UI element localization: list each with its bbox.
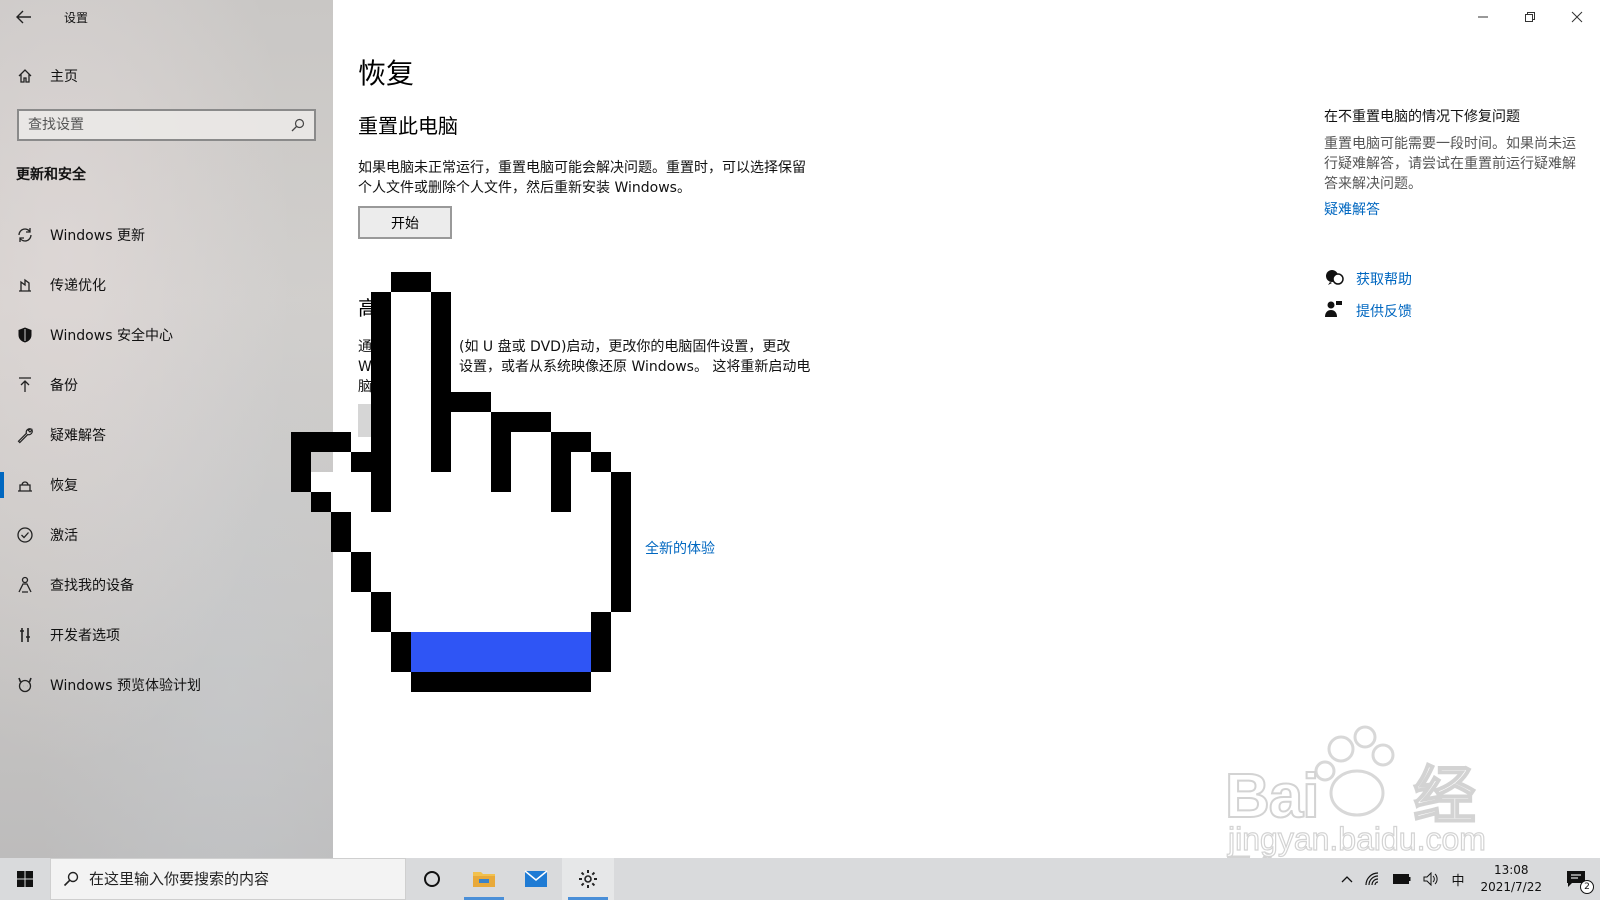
taskbar-search-box[interactable] [50, 858, 406, 900]
notification-center-button[interactable]: 2 [1552, 858, 1600, 900]
sidebar-item-label: 查找我的设备 [50, 578, 134, 594]
clock-date: 2021/7/22 [1480, 880, 1542, 894]
hand-pointer-cursor-icon [291, 272, 631, 692]
person-location-icon [0, 576, 50, 594]
app-title: 设置 [64, 10, 89, 25]
chat-help-icon [1324, 268, 1356, 290]
search-icon [63, 871, 79, 887]
sidebar-item-developer[interactable]: 开发者选项 [0, 610, 333, 660]
network-button[interactable] [1359, 858, 1387, 900]
sidebar-item-find-my-device[interactable]: 查找我的设备 [0, 560, 333, 610]
sidebar-item-label: 激活 [50, 528, 78, 544]
back-button[interactable] [0, 0, 48, 34]
close-icon [1571, 11, 1582, 23]
minimize-button[interactable] [1459, 0, 1506, 34]
reset-description-line1: 如果电脑未正常运行，重置电脑可能会解决问题。重置时，可以选择保留 [358, 160, 806, 176]
wrench-icon [0, 426, 50, 444]
search-icon[interactable] [291, 118, 305, 132]
sidebar-item-label: Windows 安全中心 [50, 328, 173, 344]
sidebar: 设置 主页 更新和安全 Windows 更新 传递优化 Windows 安全中心… [0, 0, 333, 858]
nav-home-label: 主页 [50, 69, 78, 85]
watermark-url: jingyan.baidu.com [1227, 820, 1486, 857]
restore-icon [1524, 12, 1535, 22]
sidebar-item-label: 传递优化 [50, 278, 106, 294]
window-controls [1459, 0, 1600, 34]
notification-count-badge: 2 [1580, 880, 1594, 894]
sidebar-item-label: 开发者选项 [50, 628, 120, 644]
clock[interactable]: 13:08 2021/7/22 [1470, 862, 1552, 896]
sidebar-item-label: 备份 [50, 378, 78, 394]
taskbar: 中 13:08 2021/7/22 2 [0, 858, 1600, 900]
sidebar-item-activation[interactable]: 激活 [0, 510, 333, 560]
wifi-icon [1365, 872, 1379, 886]
title-bar: 设置 [0, 0, 333, 34]
settings-search-box[interactable] [17, 109, 316, 141]
reset-description-line2: 个人文件或删除个人文件，然后重新安装 Windows。 [358, 180, 691, 196]
get-help-link[interactable]: 获取帮助 [1356, 269, 1412, 289]
back-arrow-icon [16, 10, 31, 24]
system-tray: 中 13:08 2021/7/22 2 [1335, 858, 1600, 900]
show-hidden-icons-button[interactable] [1335, 858, 1359, 900]
mail-button[interactable] [510, 858, 562, 900]
reset-heading: 重置此电脑 [358, 114, 458, 138]
folder-icon [473, 872, 495, 887]
backup-icon [0, 376, 50, 394]
settings-button[interactable] [562, 858, 614, 900]
section-title: 更新和安全 [16, 167, 86, 183]
feedback-row[interactable]: 提供反馈 [1324, 300, 1412, 322]
shield-icon [0, 326, 50, 344]
speaker-icon [1423, 872, 1439, 886]
clock-time: 13:08 [1493, 863, 1529, 877]
sidebar-item-label: Windows 更新 [50, 228, 145, 244]
delivery-icon [0, 276, 50, 294]
fresh-start-link[interactable]: 全新的体验 [645, 538, 715, 558]
get-help-row[interactable]: 获取帮助 [1324, 268, 1412, 290]
ime-indicator[interactable]: 中 [1445, 858, 1470, 900]
feedback-link[interactable]: 提供反馈 [1356, 301, 1412, 321]
sidebar-item-security[interactable]: Windows 安全中心 [0, 310, 333, 360]
task-view-button[interactable] [406, 858, 458, 900]
check-circle-icon [0, 526, 50, 544]
taskbar-search-input[interactable] [89, 870, 389, 888]
baidu-watermark: Bai经验 jingyan.baidu.com [1224, 725, 1525, 900]
sidebar-item-delivery-optimization[interactable]: 传递优化 [0, 260, 333, 310]
troubleshoot-link[interactable]: 疑难解答 [1324, 199, 1380, 219]
volume-button[interactable] [1417, 858, 1445, 900]
right-panel-title: 在不重置电脑的情况下修复问题 [1324, 109, 1520, 125]
sidebar-item-recovery[interactable]: 恢复 [0, 460, 333, 510]
cortana-circle-icon [424, 871, 440, 887]
chevron-up-icon [1341, 876, 1353, 883]
insider-icon [0, 676, 50, 694]
right-panel-text: 重置电脑可能需要一段时间。如果尚未运行疑难解答，请尝试在重置前运行疑难解答来解决… [1324, 136, 1576, 192]
windows-logo-icon [17, 871, 33, 887]
file-explorer-button[interactable] [458, 858, 510, 900]
sidebar-item-troubleshoot[interactable]: 疑难解答 [0, 410, 333, 460]
sidebar-item-insider[interactable]: Windows 预览体验计划 [0, 660, 333, 710]
sidebar-item-backup[interactable]: 备份 [0, 360, 333, 410]
sidebar-nav-list: Windows 更新 传递优化 Windows 安全中心 备份 疑难解答 恢复 … [0, 210, 333, 710]
developer-icon [0, 626, 50, 644]
sync-icon [0, 226, 50, 244]
home-icon [0, 68, 50, 84]
battery-button[interactable] [1387, 858, 1417, 900]
page-title: 恢复 [358, 57, 415, 90]
sidebar-item-windows-update[interactable]: Windows 更新 [0, 210, 333, 260]
feedback-icon [1324, 300, 1356, 322]
reset-start-button[interactable]: 开始 [358, 206, 452, 239]
close-button[interactable] [1553, 0, 1600, 34]
sidebar-item-label: 疑难解答 [50, 428, 106, 444]
gear-icon [579, 870, 597, 888]
minimize-icon [1477, 16, 1488, 18]
start-button[interactable] [0, 858, 50, 900]
mail-icon [524, 870, 548, 887]
sidebar-item-label: Windows 预览体验计划 [50, 678, 201, 694]
nav-home[interactable]: 主页 [0, 58, 333, 94]
restore-button[interactable] [1506, 0, 1553, 34]
settings-search-input[interactable] [28, 117, 268, 133]
sidebar-item-label: 恢复 [50, 478, 78, 494]
battery-icon [1393, 874, 1411, 884]
recovery-icon [0, 476, 50, 494]
